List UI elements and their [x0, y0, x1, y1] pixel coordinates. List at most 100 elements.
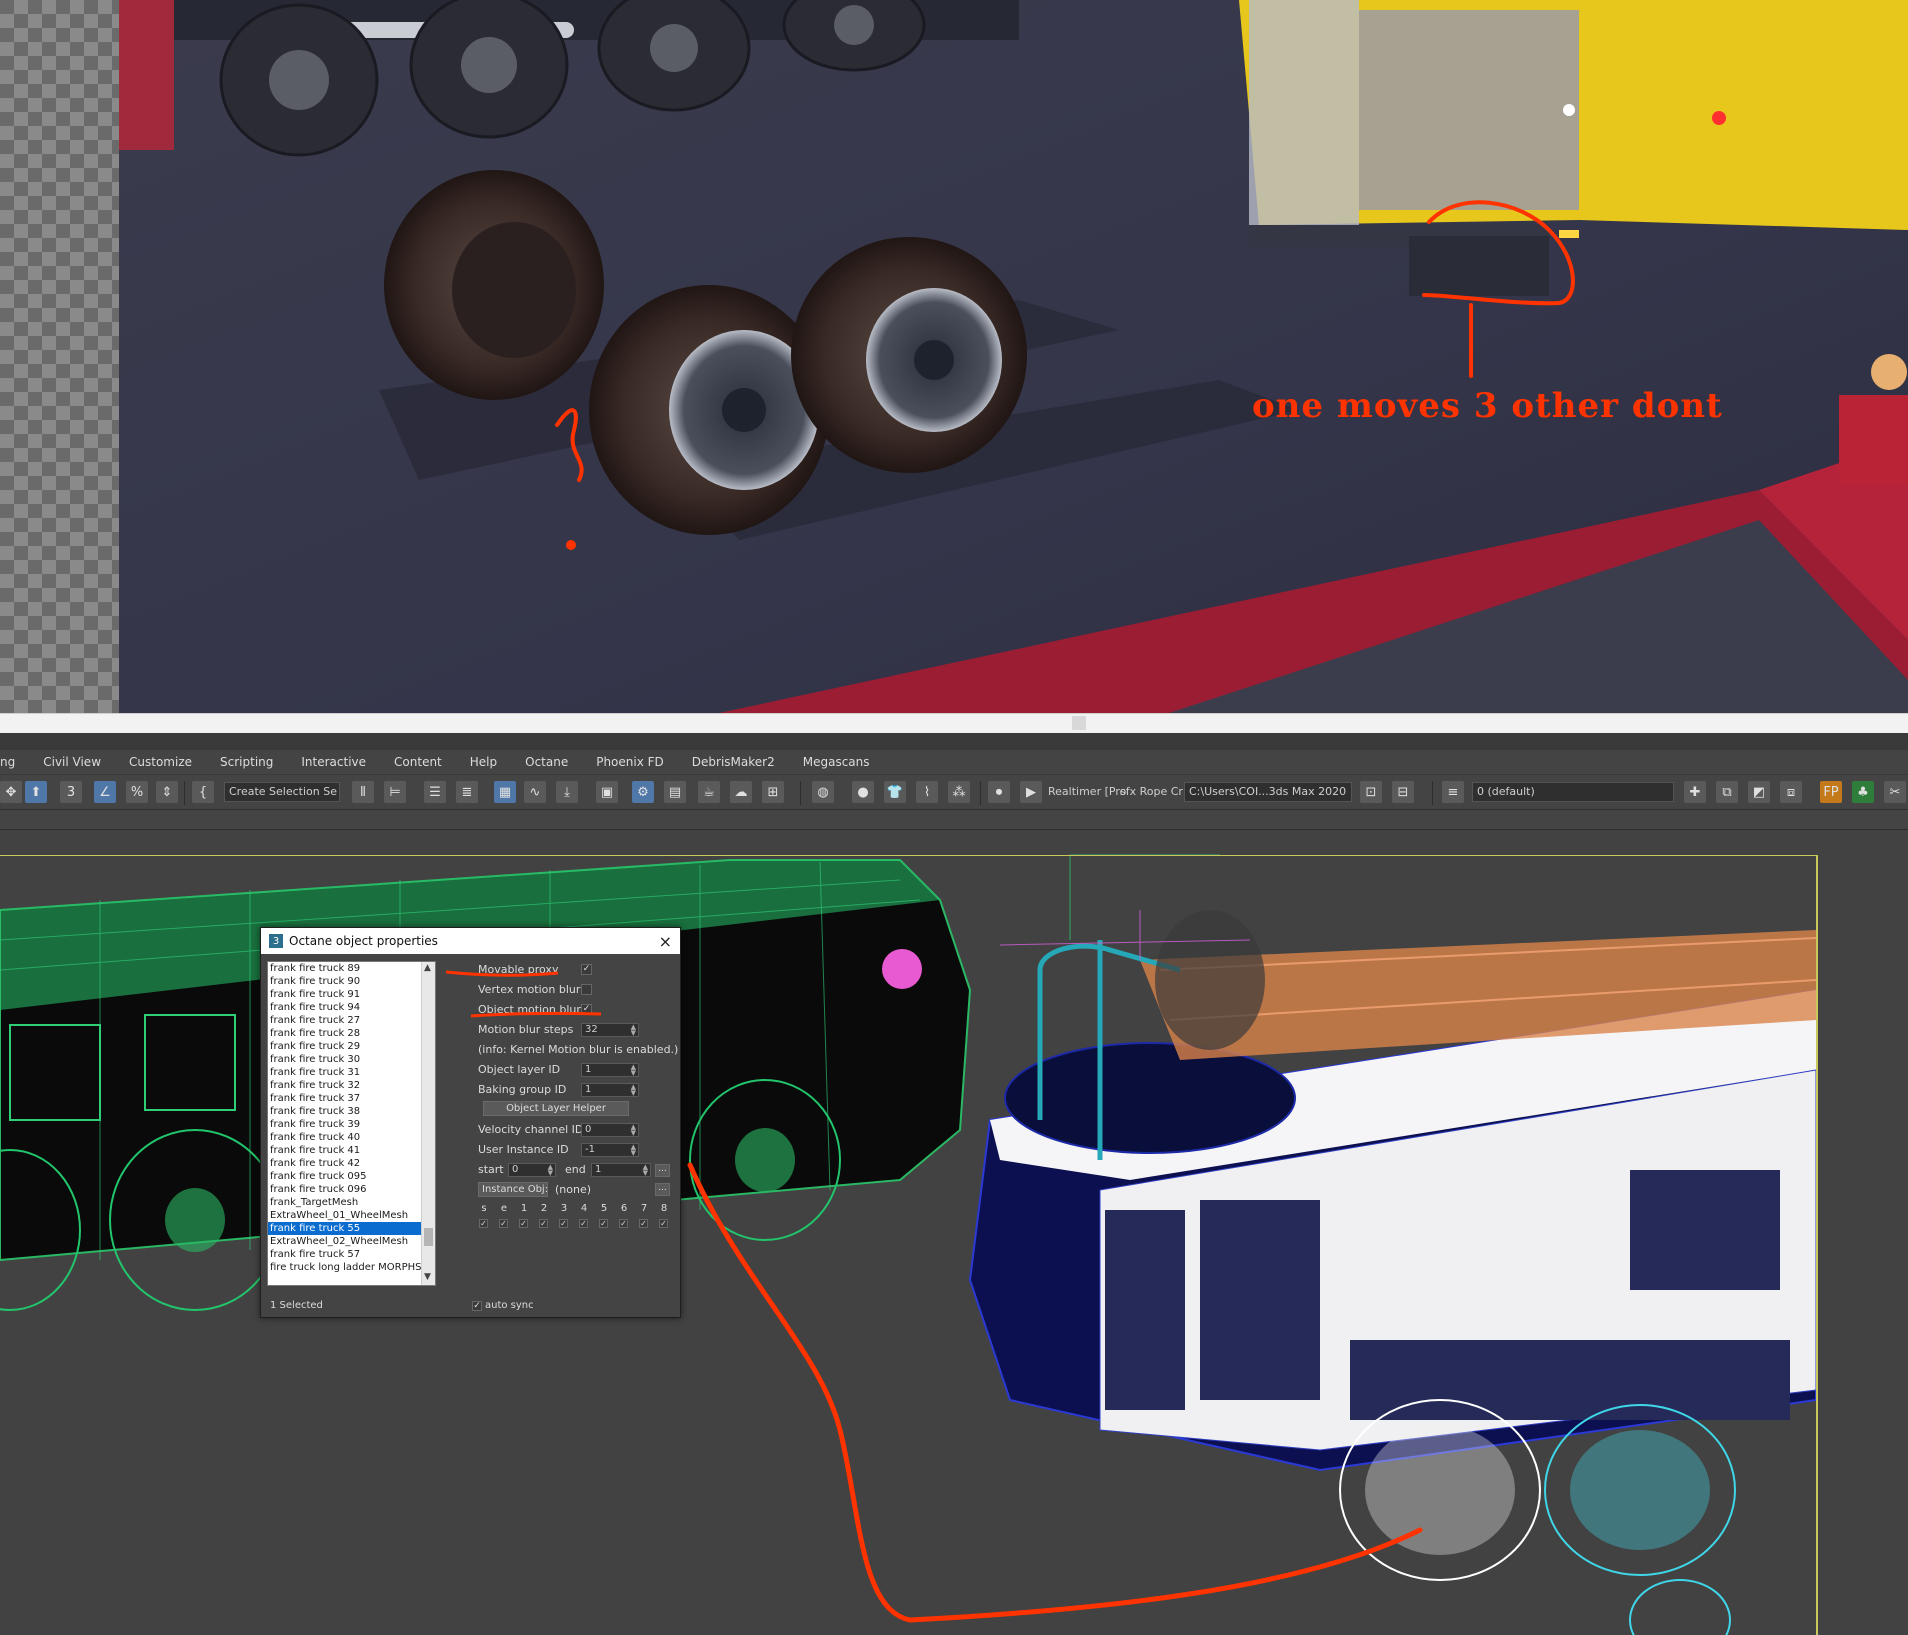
object-list[interactable]: frank fire truck 89 frank fire truck 90 fr…	[267, 961, 436, 1286]
menu-content[interactable]: Content	[380, 755, 456, 769]
bit-checkbox-1[interactable]: ✓	[519, 1219, 528, 1228]
scatter-icon[interactable]: ⁂	[948, 781, 970, 803]
bit-checkbox-4[interactable]: ✓	[579, 1219, 588, 1228]
menu-customize[interactable]: Customize	[115, 755, 206, 769]
bit-checkbox-s[interactable]: ✓	[479, 1219, 488, 1228]
octane-viewport-icon[interactable]: ◍	[812, 781, 834, 803]
object-list-item[interactable]: frank fire truck 91	[268, 988, 421, 1001]
object-list-item[interactable]: frank fire truck 42	[268, 1157, 421, 1170]
object-list-item[interactable]: frank fire truck 31	[268, 1066, 421, 1079]
object-layer-id-spinner[interactable]: 1 ▲ ▼	[581, 1063, 639, 1077]
project-path-dropdown[interactable]: C:\Users\COI...3ds Max 2020	[1184, 782, 1352, 802]
object-list-item[interactable]: fire truck long ladder MORPHS	[268, 1261, 421, 1274]
object-list-item[interactable]: ExtraWheel_01_WheelMesh	[268, 1209, 421, 1222]
scene-explorer-icon[interactable]: ▦	[494, 781, 516, 803]
layers-icon[interactable]: ≡	[1442, 781, 1464, 803]
percent-snap-icon[interactable]: %	[126, 781, 148, 803]
schematic-view-icon[interactable]: ⤓	[556, 781, 578, 803]
splitter-grip[interactable]	[1072, 716, 1086, 730]
sphere-icon[interactable]: ●	[852, 781, 874, 803]
object-list-item[interactable]: frank fire truck 29	[268, 1040, 421, 1053]
select-layer-icon[interactable]: ◩	[1748, 781, 1770, 803]
realtimer-record-icon[interactable]: ⏺	[988, 781, 1010, 803]
instance-ellipsis-button[interactable]: ...	[655, 1183, 670, 1196]
object-list-item[interactable]: frank fire truck 90	[268, 975, 421, 988]
menu-scripting[interactable]: Scripting	[206, 755, 287, 769]
layer-explorer-icon[interactable]: ☰	[424, 781, 446, 803]
angle-snap-icon[interactable]: ∠	[94, 781, 116, 803]
menu-item-clipped[interactable]: ng	[0, 755, 29, 769]
menu-octane[interactable]: Octane	[511, 755, 582, 769]
object-list-item[interactable]: frank fire truck 32	[268, 1079, 421, 1092]
bit-checkbox-5[interactable]: ✓	[599, 1219, 608, 1228]
shirt-icon[interactable]: 👕	[884, 781, 906, 803]
object-list-item[interactable]: frank fire truck 095	[268, 1170, 421, 1183]
scroll-down-icon[interactable]: ▼	[424, 1272, 431, 1282]
object-list-item[interactable]: frank fire truck 28	[268, 1027, 421, 1040]
select-object-icon[interactable]: ⬆	[25, 781, 47, 803]
add-layer-icon[interactable]: ✚	[1684, 781, 1706, 803]
project-folder-icon[interactable]: ⊡	[1360, 781, 1382, 803]
curve-editor-icon[interactable]: ∿	[524, 781, 546, 803]
scroll-thumb[interactable]	[424, 1228, 433, 1246]
render-setup-icon[interactable]: ⚙	[632, 781, 654, 803]
object-list-item[interactable]: ExtraWheel_02_WheelMesh	[268, 1235, 421, 1248]
menu-debrismaker2[interactable]: DebrisMaker2	[678, 755, 789, 769]
object-list-item[interactable]: frank fire truck 89	[268, 962, 421, 975]
menu-interactive[interactable]: Interactive	[287, 755, 380, 769]
bit-checkbox-6[interactable]: ✓	[619, 1219, 628, 1228]
baking-group-id-spinner[interactable]: 1 ▲ ▼	[581, 1083, 639, 1097]
move-icon[interactable]: ✥	[0, 781, 22, 803]
bit-checkbox-3[interactable]: ✓	[559, 1219, 568, 1228]
object-list-item[interactable]: frank fire truck 40	[268, 1131, 421, 1144]
dialog-titlebar[interactable]: 3 Octane object properties ×	[261, 928, 680, 954]
object-list-item[interactable]: frank fire truck 37	[268, 1092, 421, 1105]
render-iterative-icon[interactable]: ☁	[730, 781, 752, 803]
menu-help[interactable]: Help	[456, 755, 511, 769]
align-icon[interactable]: ⊨	[384, 781, 406, 803]
object-list-item[interactable]: frank fire truck 27	[268, 1014, 421, 1027]
close-icon[interactable]: ×	[659, 932, 672, 951]
menu-megascans[interactable]: Megascans	[789, 755, 884, 769]
bit-checkbox-2[interactable]: ✓	[539, 1219, 548, 1228]
menu-phoenix-fd[interactable]: Phoenix FD	[582, 755, 678, 769]
range-ellipsis-button[interactable]: ...	[655, 1164, 670, 1177]
list-scrollbar[interactable]: ▲ ▼	[421, 962, 435, 1285]
grid-render-icon[interactable]: ⊞	[762, 781, 784, 803]
end-spinner[interactable]: 1 ▲ ▼	[591, 1163, 651, 1177]
rope-creator-label[interactable]: sfx Rope Cr	[1120, 785, 1183, 798]
motion-blur-steps-spinner[interactable]: 32 ▲ ▼	[581, 1023, 639, 1037]
bit-checkbox-8[interactable]: ✓	[659, 1219, 668, 1228]
object-list-item[interactable]: frank fire truck 57	[268, 1248, 421, 1261]
pipe-tool-icon[interactable]: ⌇	[916, 781, 938, 803]
spinner-snap-icon[interactable]: ⇕	[156, 781, 178, 803]
realtimer-label[interactable]: Realtimer [Pro	[1048, 785, 1126, 798]
render-splitter[interactable]	[0, 713, 1908, 733]
railclone-tree-icon[interactable]: ♣	[1852, 781, 1874, 803]
object-list-item[interactable]: frank fire truck 41	[268, 1144, 421, 1157]
velocity-channel-id-spinner[interactable]: 0 ▲ ▼	[581, 1123, 639, 1137]
snap-3d-icon[interactable]: 3	[60, 781, 82, 803]
scroll-up-icon[interactable]: ▲	[424, 963, 431, 973]
object-list-item[interactable]: frank fire truck 94	[268, 1001, 421, 1014]
render-teapot-icon[interactable]: ☕	[698, 781, 720, 803]
start-spinner[interactable]: 0 ▲ ▼	[508, 1163, 556, 1177]
instance-object-button[interactable]: Instance Obj:	[478, 1182, 548, 1197]
toggle-ribbon-icon[interactable]: ≣	[456, 781, 478, 803]
material-editor-icon[interactable]: ▣	[596, 781, 618, 803]
forest-pack-icon[interactable]: FP	[1820, 781, 1842, 803]
layer-properties-icon[interactable]: ⧈	[1780, 781, 1802, 803]
layer-stack-icon[interactable]: ⧉	[1716, 781, 1738, 803]
edit-named-sets-icon[interactable]: {	[192, 781, 214, 803]
tools-icon[interactable]: ✂	[1884, 781, 1906, 803]
bit-checkbox-7[interactable]: ✓	[639, 1219, 648, 1228]
mirror-icon[interactable]: ⫴	[352, 781, 374, 803]
realtimer-play-icon[interactable]: ▶	[1020, 781, 1042, 803]
object-list-item[interactable]: frank fire truck 38	[268, 1105, 421, 1118]
project-set-icon[interactable]: ⊟	[1392, 781, 1414, 803]
auto-sync-checkbox[interactable]: ✓	[472, 1300, 482, 1311]
vertex-motion-blur-checkbox[interactable]	[581, 984, 592, 995]
object-list-item[interactable]: frank_TargetMesh	[268, 1196, 421, 1209]
layer-dropdown[interactable]: 0 (default)	[1472, 782, 1674, 802]
selection-set-dropdown[interactable]: Create Selection Se	[224, 782, 340, 802]
